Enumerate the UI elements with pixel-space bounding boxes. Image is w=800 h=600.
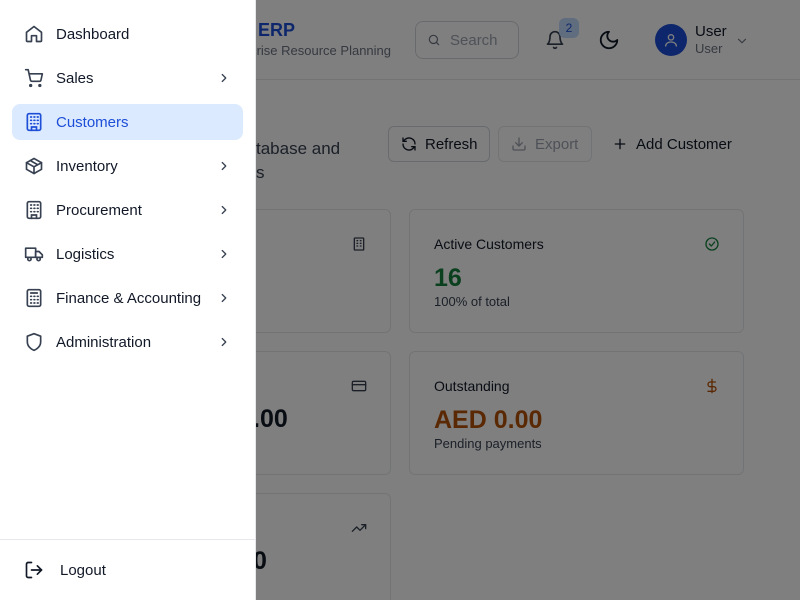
sidebar-item-logistics[interactable]: Logistics — [12, 236, 243, 272]
cart-icon — [24, 68, 44, 88]
shield-icon — [26, 332, 42, 352]
package-icon — [25, 157, 43, 175]
sidebar-item-label: Procurement — [56, 201, 142, 219]
drawer-divider — [0, 539, 256, 540]
chevron-right-icon — [221, 161, 227, 171]
sidebar-item-administration[interactable]: Administration — [12, 324, 243, 360]
logout-label: Logout — [60, 561, 106, 579]
sidebar-item-customers[interactable]: Customers — [12, 104, 243, 140]
sidebar-item-label: Inventory — [56, 157, 118, 175]
chevron-right-icon — [221, 337, 227, 347]
chevron-right-icon — [221, 73, 227, 83]
sidebar-item-procurement[interactable]: Procurement — [12, 192, 243, 228]
sidebar-item-inventory[interactable]: Inventory — [12, 148, 243, 184]
logout-icon — [25, 561, 43, 579]
chevron-right-icon — [221, 205, 227, 215]
sidebar-item-label: Finance & Accounting — [56, 289, 202, 307]
sidebar-item-sales[interactable]: Sales — [12, 60, 243, 96]
chevron-right-icon — [221, 293, 227, 303]
logout-button[interactable]: Logout — [12, 552, 243, 588]
sidebar-item-label: Administration — [56, 333, 152, 351]
sidebar-item-label: Customers — [56, 113, 129, 131]
building-icon — [26, 112, 42, 132]
home-icon — [25, 25, 43, 43]
sidebar-item-label: Logistics — [56, 245, 115, 263]
sidebar-item-label: Sales — [56, 69, 94, 87]
truck-icon — [24, 247, 44, 262]
sidebar-item-dashboard[interactable]: Dashboard — [12, 16, 243, 52]
sidebar-drawer: Dashboard Sales Customers Inventory Proc… — [0, 0, 256, 600]
building-icon — [26, 200, 42, 220]
calculator-icon — [26, 288, 42, 308]
chevron-right-icon — [221, 249, 227, 259]
sidebar-item-label: Dashboard — [56, 25, 130, 43]
sidebar-item-finance[interactable]: Finance & Accounting — [12, 280, 243, 316]
